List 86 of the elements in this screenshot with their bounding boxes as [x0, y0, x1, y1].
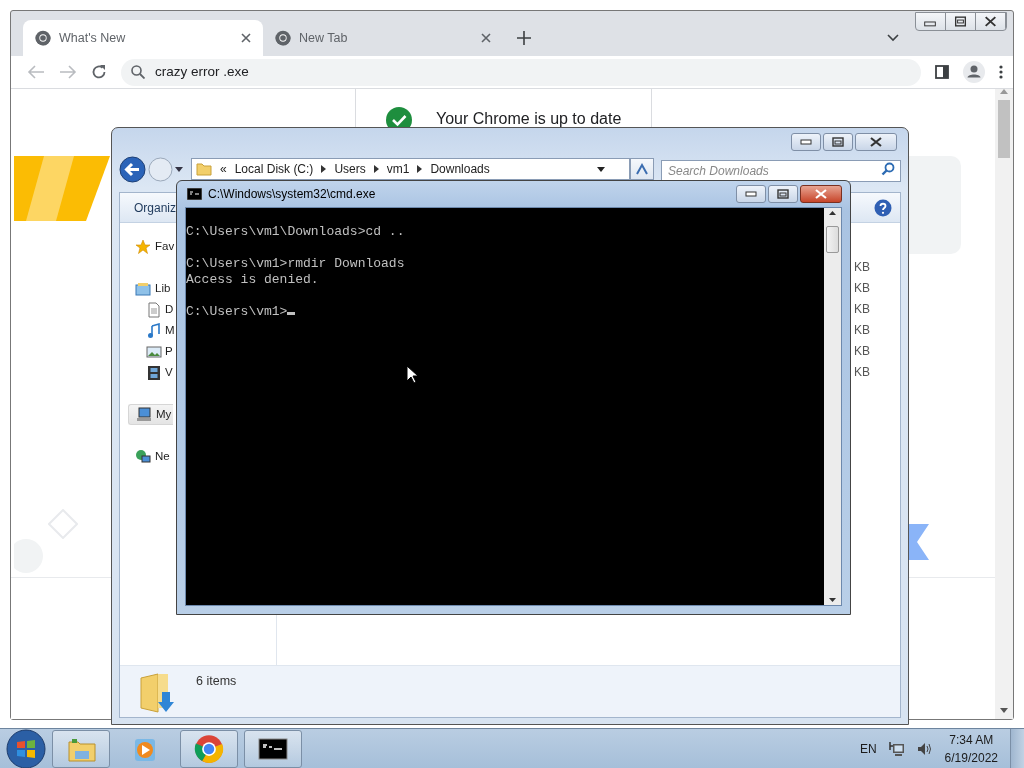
search-icon — [881, 162, 895, 176]
chrome-icon — [275, 30, 291, 46]
chevron-down-icon[interactable] — [887, 34, 899, 42]
maximize-icon — [832, 137, 844, 147]
scroll-up-icon[interactable] — [829, 211, 836, 215]
reload-icon[interactable] — [91, 64, 107, 80]
network-icon[interactable] — [888, 740, 905, 757]
organize-menu[interactable]: Organiz — [134, 198, 177, 217]
browser-tab[interactable]: New Tab — [263, 20, 503, 56]
chrome-icon — [194, 733, 224, 764]
minimize-button[interactable] — [736, 185, 766, 203]
file-size: KB — [854, 364, 870, 381]
music-icon — [146, 322, 162, 339]
address-bar[interactable]: crazy error .exe — [121, 58, 921, 86]
mouse-pointer-icon — [406, 365, 418, 384]
breadcrumb-item[interactable]: Users — [334, 160, 366, 178]
document-icon — [146, 301, 162, 318]
chevron-right-icon — [373, 165, 379, 173]
file-size: KB — [854, 259, 870, 276]
breadcrumb-item[interactable]: Downloads — [430, 160, 490, 178]
console-output: C:\Users\vm1\Downloads>cd .. C:\Users\vm1>rmdir Downloads Access is denied. C:\Users\vm1> — [186, 208, 824, 605]
close-icon[interactable] — [241, 33, 251, 43]
new-tab-icon[interactable] — [517, 31, 531, 45]
maximize-button[interactable] — [768, 185, 798, 203]
minimize-button[interactable] — [791, 133, 821, 151]
close-icon — [870, 137, 882, 147]
file-size: KB — [854, 280, 870, 297]
scroll-thumb[interactable] — [826, 226, 839, 253]
library-icon — [135, 280, 151, 297]
address-bar[interactable]: « Local Disk (C:) Users vm1 Downloads — [191, 158, 630, 180]
breadcrumb-item[interactable]: vm1 — [386, 160, 410, 178]
close-button[interactable] — [855, 133, 897, 151]
taskbar-button[interactable] — [244, 729, 302, 768]
minimize-icon — [745, 191, 757, 197]
clock[interactable]: 7:34 AM 6/19/2022 — [944, 730, 998, 767]
minimize-icon — [800, 139, 812, 145]
dropdown-icon[interactable] — [597, 166, 605, 172]
picture-icon — [146, 343, 162, 360]
console-icon — [187, 188, 202, 200]
nav-item[interactable]: Lib — [120, 278, 173, 299]
folder-download-icon — [138, 672, 174, 714]
profile-icon[interactable] — [963, 61, 985, 83]
help-icon[interactable] — [874, 198, 892, 217]
status-text: Your Chrome is up to date — [436, 109, 622, 129]
chevron-right-icon — [417, 165, 423, 173]
side-panel-icon[interactable] — [935, 65, 949, 79]
item-count: 6 items — [196, 673, 237, 690]
search-icon — [131, 65, 145, 79]
nav-item[interactable]: V — [120, 362, 175, 383]
breadcrumb-overflow[interactable]: « — [220, 160, 227, 178]
chevron-right-icon — [321, 165, 327, 173]
language-indicator[interactable]: EN — [859, 739, 877, 758]
refresh-button[interactable] — [630, 158, 654, 180]
folder-icon — [196, 161, 212, 177]
scroll-down-icon[interactable] — [1000, 708, 1008, 713]
network-icon — [135, 448, 151, 465]
close-button[interactable] — [800, 185, 842, 203]
breadcrumb-item[interactable]: Local Disk (C:) — [234, 160, 314, 178]
nav-item[interactable]: My — [128, 404, 174, 425]
scroll-down-icon[interactable] — [829, 598, 836, 602]
back-icon[interactable] — [119, 155, 146, 183]
nav-item[interactable]: Ne — [120, 446, 172, 467]
dropdown-icon[interactable] — [175, 166, 183, 172]
nav-item[interactable]: Fav — [120, 236, 177, 257]
window-title: C:\Windows\system32\cmd.exe — [208, 186, 377, 203]
nav-item[interactable]: P — [120, 341, 175, 362]
chevron-shape-icon — [909, 524, 929, 560]
close-icon — [815, 189, 827, 199]
nav-item[interactable]: M — [120, 320, 177, 341]
browser-tab[interactable]: What's New — [23, 20, 263, 56]
file-size: KB — [854, 343, 870, 360]
file-size: KB — [854, 322, 870, 339]
star-icon — [135, 238, 151, 255]
maximize-button[interactable] — [823, 133, 853, 151]
nav-item[interactable]: D — [120, 299, 176, 320]
chrome-icon — [35, 30, 51, 46]
scrollbar[interactable] — [995, 89, 1013, 719]
scroll-thumb[interactable] — [998, 100, 1010, 158]
video-icon — [146, 364, 162, 381]
menu-icon[interactable] — [999, 65, 1003, 79]
start-icon[interactable] — [6, 728, 46, 768]
maximize-icon — [777, 189, 789, 199]
computer-icon — [136, 406, 152, 423]
search-field[interactable]: Search Downloads — [661, 160, 901, 182]
scrollbar[interactable] — [824, 208, 841, 605]
file-size: KB — [854, 301, 870, 318]
